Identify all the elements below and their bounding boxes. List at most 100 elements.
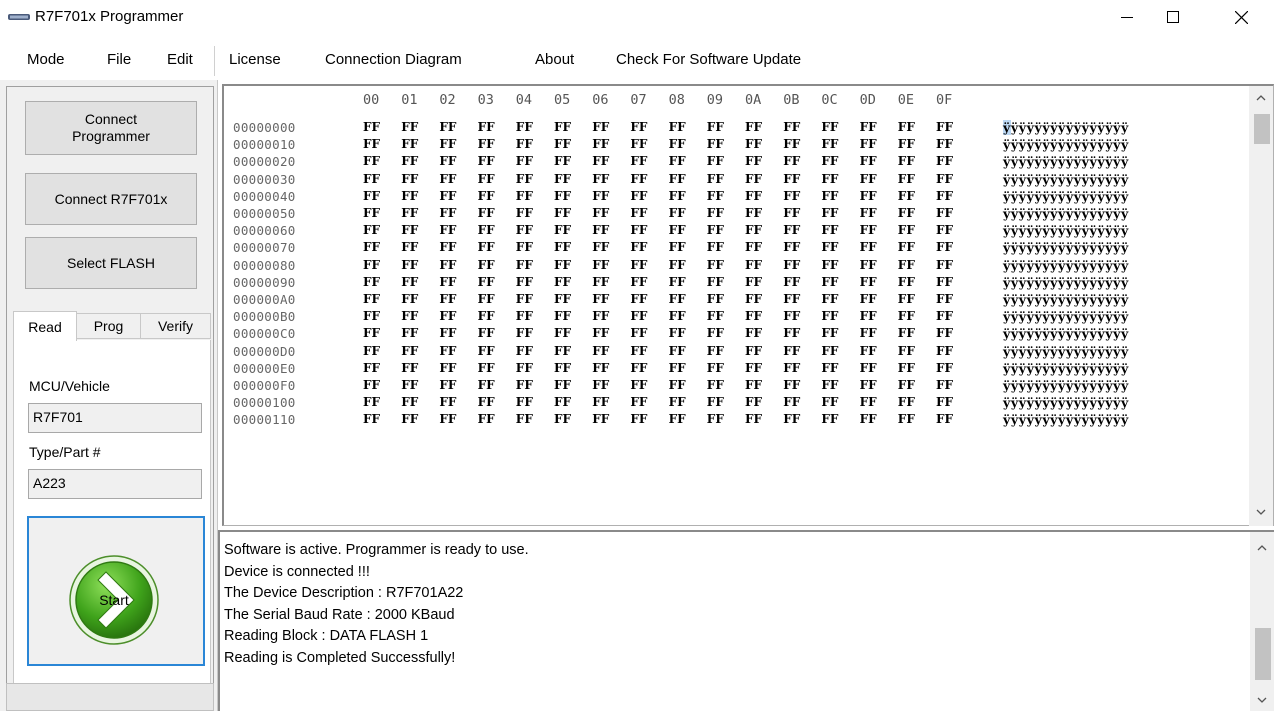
menu-about[interactable]: About xyxy=(535,51,574,68)
hex-byte[interactable]: FF xyxy=(439,223,456,237)
hex-byte[interactable]: FF xyxy=(898,326,915,340)
hex-byte[interactable]: FF xyxy=(860,172,877,186)
hex-byte[interactable]: FF xyxy=(745,344,762,358)
hex-byte[interactable]: FF xyxy=(630,240,647,254)
hex-byte[interactable]: FF xyxy=(936,275,953,289)
hex-byte[interactable]: FF xyxy=(592,412,609,426)
hex-byte[interactable]: FF xyxy=(478,120,495,134)
hex-byte[interactable]: FF xyxy=(745,309,762,323)
minimize-button[interactable] xyxy=(1104,0,1150,34)
maximize-button[interactable] xyxy=(1150,0,1196,34)
connect-mcu-button[interactable]: Connect R7F701x xyxy=(25,173,197,225)
hex-byte[interactable]: FF xyxy=(478,206,495,220)
hex-ascii[interactable]: ÿÿÿÿÿÿÿÿÿÿÿÿÿÿÿÿ xyxy=(1003,206,1129,221)
hex-byte[interactable]: FF xyxy=(745,326,762,340)
menu-check-update[interactable]: Check For Software Update xyxy=(616,51,801,68)
hex-viewer[interactable]: 00 01 02 03 04 05 06 07 08 09 0A 0B 0C 0D 0E 0F 0000000… xyxy=(222,84,1274,526)
hex-byte[interactable]: FF xyxy=(860,344,877,358)
hex-byte[interactable]: FF xyxy=(707,395,724,409)
scroll-down-icon[interactable] xyxy=(1250,690,1274,710)
hex-byte[interactable]: FF xyxy=(439,240,456,254)
hex-byte[interactable]: FF xyxy=(936,326,953,340)
hex-byte[interactable]: FF xyxy=(478,378,495,392)
log-scroll-thumb[interactable] xyxy=(1255,628,1271,680)
scroll-up-icon[interactable] xyxy=(1250,538,1274,558)
hex-byte[interactable]: FF xyxy=(898,172,915,186)
hex-byte[interactable]: FF xyxy=(860,206,877,220)
hex-byte[interactable]: FF xyxy=(783,172,800,186)
hex-byte[interactable]: FF xyxy=(783,344,800,358)
hex-byte[interactable]: FF xyxy=(898,137,915,151)
hex-byte[interactable]: FF xyxy=(783,292,800,306)
hex-byte[interactable]: FF xyxy=(592,258,609,272)
type-part-field[interactable]: A223 xyxy=(28,469,202,499)
hex-byte[interactable]: FF xyxy=(630,172,647,186)
hex-byte[interactable]: FF xyxy=(478,309,495,323)
hex-byte[interactable]: FF xyxy=(783,189,800,203)
hex-byte[interactable]: FF xyxy=(898,189,915,203)
menu-file[interactable]: File xyxy=(107,51,131,68)
hex-byte[interactable]: FF xyxy=(516,378,533,392)
hex-byte[interactable]: FF xyxy=(630,309,647,323)
hex-byte[interactable]: FF xyxy=(592,275,609,289)
hex-byte[interactable]: FF xyxy=(745,172,762,186)
hex-byte[interactable]: FF xyxy=(669,258,686,272)
hex-byte[interactable]: FF xyxy=(707,120,724,134)
hex-byte[interactable]: FF xyxy=(707,292,724,306)
menu-license[interactable]: License xyxy=(229,51,281,68)
mcu-vehicle-field[interactable]: R7F701 xyxy=(28,403,202,433)
hex-byte[interactable]: FF xyxy=(478,275,495,289)
hex-ascii[interactable]: ÿÿÿÿÿÿÿÿÿÿÿÿÿÿÿÿ xyxy=(1003,258,1129,273)
hex-byte[interactable]: FF xyxy=(592,344,609,358)
hex-byte[interactable]: FF xyxy=(592,378,609,392)
hex-byte[interactable]: FF xyxy=(592,189,609,203)
hex-byte[interactable]: FF xyxy=(554,395,571,409)
hex-byte[interactable]: FF xyxy=(898,154,915,168)
hex-byte[interactable]: FF xyxy=(936,292,953,306)
hex-byte[interactable]: FF xyxy=(783,223,800,237)
hex-byte[interactable]: FF xyxy=(363,258,380,272)
hex-byte[interactable]: FF xyxy=(821,154,838,168)
hex-byte[interactable]: FF xyxy=(516,240,533,254)
hex-byte[interactable]: FF xyxy=(478,395,495,409)
hex-byte[interactable]: FF xyxy=(592,120,609,134)
hex-byte[interactable]: FF xyxy=(669,275,686,289)
hex-byte[interactable]: FF xyxy=(936,412,953,426)
hex-byte[interactable]: FF xyxy=(860,275,877,289)
hex-byte[interactable]: FF xyxy=(898,258,915,272)
hex-byte[interactable]: FF xyxy=(821,275,838,289)
hex-byte[interactable]: FF xyxy=(363,189,380,203)
hex-byte[interactable]: FF xyxy=(821,120,838,134)
hex-byte[interactable]: FF xyxy=(363,326,380,340)
hex-byte[interactable]: FF xyxy=(707,309,724,323)
hex-byte[interactable]: FF xyxy=(516,412,533,426)
hex-byte[interactable]: FF xyxy=(630,154,647,168)
hex-byte[interactable]: FF xyxy=(783,412,800,426)
hex-byte[interactable]: FF xyxy=(745,206,762,220)
hex-byte[interactable]: FF xyxy=(783,361,800,375)
hex-byte[interactable]: FF xyxy=(669,137,686,151)
hex-ascii[interactable]: ÿÿÿÿÿÿÿÿÿÿÿÿÿÿÿÿ xyxy=(1003,292,1129,307)
hex-byte[interactable]: FF xyxy=(554,120,571,134)
hex-byte[interactable]: FF xyxy=(669,326,686,340)
hex-byte[interactable]: FF xyxy=(860,309,877,323)
hex-byte[interactable]: FF xyxy=(363,172,380,186)
hex-ascii[interactable]: ÿÿÿÿÿÿÿÿÿÿÿÿÿÿÿÿ xyxy=(1003,361,1129,376)
scroll-up-icon[interactable] xyxy=(1249,88,1273,108)
hex-byte[interactable]: FF xyxy=(669,120,686,134)
hex-byte[interactable]: FF xyxy=(554,206,571,220)
hex-byte[interactable]: FF xyxy=(860,223,877,237)
hex-byte[interactable]: FF xyxy=(592,154,609,168)
hex-byte[interactable]: FF xyxy=(363,120,380,134)
hex-byte[interactable]: FF xyxy=(707,154,724,168)
hex-byte[interactable]: FF xyxy=(592,309,609,323)
hex-byte[interactable]: FF xyxy=(936,240,953,254)
hex-byte[interactable]: FF xyxy=(401,292,418,306)
hex-byte[interactable]: FF xyxy=(401,258,418,272)
hex-byte[interactable]: FF xyxy=(936,120,953,134)
hex-byte[interactable]: FF xyxy=(707,172,724,186)
hex-byte[interactable]: FF xyxy=(478,326,495,340)
hex-byte[interactable]: FF xyxy=(363,344,380,358)
hex-byte[interactable]: FF xyxy=(936,206,953,220)
hex-byte[interactable]: FF xyxy=(745,137,762,151)
